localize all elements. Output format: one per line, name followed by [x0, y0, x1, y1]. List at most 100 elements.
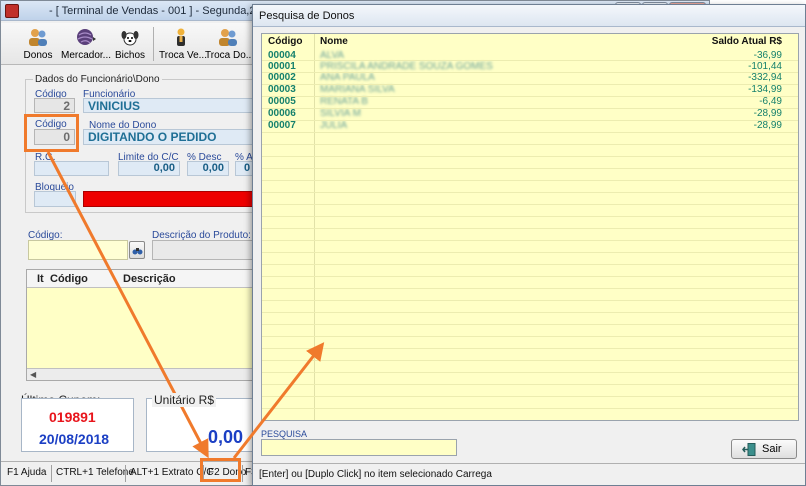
row-line [262, 228, 798, 229]
row-line [262, 324, 798, 325]
troca-dono-button[interactable]: Troca Do... [205, 25, 254, 63]
bichos-button[interactable]: Bichos [113, 25, 147, 63]
row-codigo: 00001 [268, 61, 296, 72]
unitario-value: 0,00 [207, 427, 243, 447]
limite-cc-field[interactable]: 0,00 [118, 161, 180, 176]
list-item[interactable]: 00001 PRISCILA ANDRADE SOUZA GOMES -101,… [262, 61, 798, 72]
donos-button[interactable]: Donos [19, 25, 57, 63]
header-saldo[interactable]: Saldo Atual R$ [712, 36, 782, 47]
grid-header-descricao: Descrição [123, 273, 176, 285]
grid-horizontal-scrollbar[interactable]: ◀ [27, 368, 257, 380]
yarn-ball-icon [77, 29, 96, 45]
row-line [262, 408, 798, 409]
status-separator [125, 465, 126, 482]
row-line [262, 288, 798, 289]
app-icon[interactable] [5, 4, 19, 18]
row-nome: JULIA [320, 120, 348, 131]
pesquisa-input[interactable] [261, 439, 457, 456]
row-saldo: -28,99 [753, 108, 782, 119]
row-codigo: 00002 [268, 72, 296, 83]
row-codigo: 00006 [268, 108, 296, 119]
status-separator [242, 465, 243, 482]
scroll-left-icon[interactable]: ◀ [30, 370, 36, 379]
dialog-titlebar: Pesquisa de Donos [253, 5, 805, 27]
descricao-produto-field[interactable] [152, 240, 256, 260]
row-nome: ANA PAULA [320, 72, 375, 83]
row-line [262, 72, 798, 73]
funcionario-value: VINICIUS [88, 99, 141, 113]
header-nome[interactable]: Nome [320, 36, 348, 47]
limite-cc-value: 0,00 [153, 162, 175, 174]
ultimo-cupom-value: 019891 [49, 409, 96, 425]
row-nome: PRISCILA ANDRADE SOUZA GOMES [320, 61, 493, 72]
people-swap-icon [219, 29, 237, 46]
header-codigo[interactable]: Código [268, 36, 302, 47]
row-line [262, 396, 798, 397]
row-saldo: -6,49 [759, 96, 782, 107]
func-codigo-value: 2 [63, 99, 70, 113]
ultimo-cupom-box: 019891 20/08/2018 [21, 398, 134, 452]
donos-list[interactable]: Código Nome Saldo Atual R$ 00004 ALVA -3… [261, 33, 799, 421]
bloqueio-field[interactable] [34, 191, 76, 207]
row-codigo: 00005 [268, 96, 296, 107]
func-codigo-field[interactable]: 2 [34, 98, 75, 113]
mercadorias-button[interactable]: Mercador... [61, 25, 111, 63]
row-line [262, 168, 798, 169]
sair-label: Sair [762, 443, 782, 455]
troca-vendedor-button[interactable]: Troca Ve... [159, 25, 207, 63]
list-item[interactable]: 00002 ANA PAULA -332,94 [262, 72, 798, 83]
funcionario-field[interactable]: VINICIUS [83, 98, 255, 113]
sair-button[interactable]: Sair [731, 439, 797, 459]
highlight-f2-dono [200, 458, 241, 482]
produto-codigo-input[interactable] [28, 240, 128, 260]
produto-search-button[interactable] [129, 241, 145, 259]
exit-door-icon [742, 443, 756, 456]
nome-dono-value: DIGITANDO O PEDIDO [88, 130, 217, 144]
row-line [262, 180, 798, 181]
row-line [262, 384, 798, 385]
row-line [262, 84, 798, 85]
rg-field[interactable] [34, 161, 109, 176]
itens-grid[interactable]: It Código Descrição ◀ [26, 269, 258, 381]
donos-label: Donos [23, 50, 53, 61]
dog-icon [121, 31, 139, 46]
row-saldo: -332,94 [748, 72, 782, 83]
row-line [262, 120, 798, 121]
screen: - [ Terminal de Vendas - 001 ] - Segunda… [0, 0, 806, 486]
row-line [262, 360, 798, 361]
dialog-status-text: [Enter] ou [Duplo Click] no item selecio… [259, 469, 492, 480]
row-line [262, 252, 798, 253]
list-item[interactable]: 00006 SILVIA M -28,99 [262, 108, 798, 119]
list-item[interactable]: 00003 MARIANA SILVA -134,99 [262, 84, 798, 95]
list-item[interactable]: 00007 JULIA -28,99 [262, 120, 798, 131]
desc-value: 0,00 [202, 162, 224, 174]
binoculars-icon [132, 248, 143, 255]
grid-header-it: It [37, 273, 44, 285]
list-item[interactable]: 00005 RENATA B -6,49 [262, 96, 798, 107]
desc-field[interactable]: 0,00 [187, 161, 229, 176]
dialog-title: Pesquisa de Donos [259, 10, 355, 22]
status-ctrl1-telefone[interactable]: CTRL+1 Telefone [56, 467, 134, 478]
troca-vendedor-label: Troca Ve... [159, 50, 207, 61]
row-line [262, 132, 798, 133]
nome-dono-field[interactable]: DIGITANDO O PEDIDO [83, 129, 255, 145]
bloqueio-bar [83, 191, 255, 207]
row-line [262, 204, 798, 205]
acr-value: 0 [244, 162, 251, 174]
row-line [262, 348, 798, 349]
row-saldo: -28,99 [753, 120, 782, 131]
status-f1-ajuda[interactable]: F1 Ajuda [7, 467, 46, 478]
row-line [262, 216, 798, 217]
grid-header: It Código Descrição [27, 270, 257, 288]
highlight-dono-codigo [24, 114, 79, 152]
row-line [262, 156, 798, 157]
grid-header-codigo: Código [50, 273, 88, 285]
row-saldo: -101,44 [748, 61, 782, 72]
people-icon [29, 29, 47, 46]
row-codigo: 00007 [268, 120, 296, 131]
row-line [262, 192, 798, 193]
row-codigo: 00003 [268, 84, 296, 95]
group-title: Dados do Funcionário\Dono [33, 74, 162, 85]
dialog-status-bar: [Enter] ou [Duplo Click] no item selecio… [253, 463, 805, 485]
unitario-label: Unitário R$ [152, 393, 217, 407]
